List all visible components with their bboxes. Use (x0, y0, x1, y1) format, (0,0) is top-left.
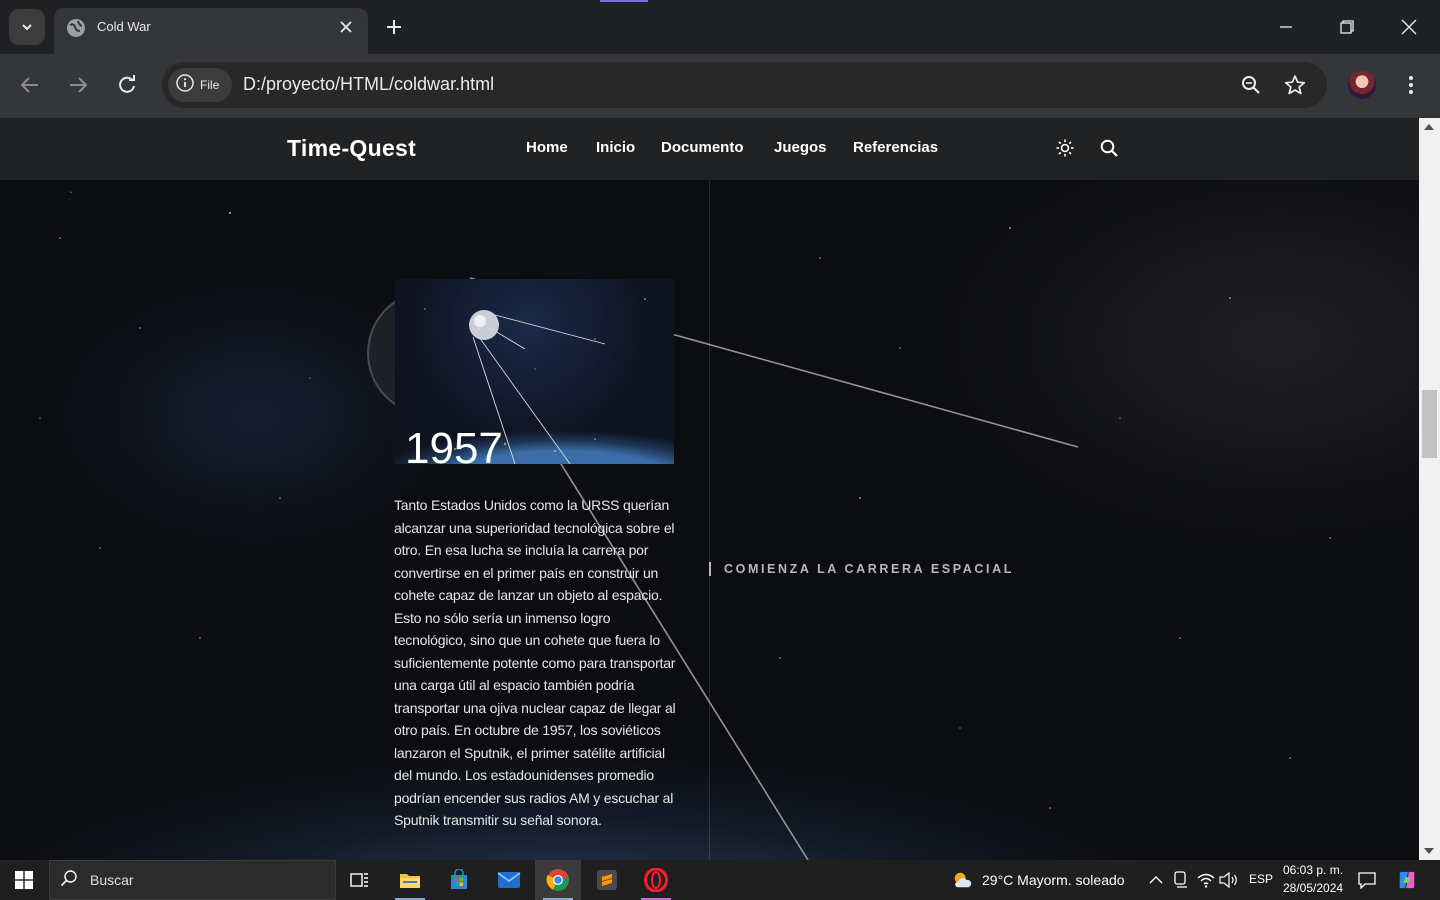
nav-juegos[interactable]: Juegos (774, 139, 827, 156)
scroll-thumb[interactable] (1422, 390, 1437, 458)
address-bar[interactable]: File D:/proyecto/HTML/coldwar.html (162, 62, 1327, 108)
more-icon[interactable] (1399, 71, 1423, 99)
sublime-icon[interactable] (584, 860, 630, 900)
weather-text[interactable]: 29°C Mayorm. soleado (982, 872, 1125, 888)
globe-icon (66, 18, 86, 38)
clock-date[interactable]: 28/05/2024 (1283, 881, 1343, 895)
page-viewport: Time-Quest Home Inicio Documento Juegos … (0, 118, 1419, 860)
browser-toolbar: File D:/proyecto/HTML/coldwar.html (0, 54, 1440, 118)
site-info-chip[interactable]: File (168, 68, 232, 102)
timeline-marker (709, 562, 711, 576)
tab-cold-war[interactable]: Cold War (54, 8, 368, 54)
meet-icon[interactable] (1171, 870, 1191, 890)
tab-search-icon[interactable] (9, 9, 45, 45)
windows-icon[interactable] (0, 860, 48, 900)
chevron-up-icon[interactable] (1146, 870, 1166, 890)
nav-documento[interactable]: Documento (661, 139, 744, 156)
input-language[interactable]: ESP (1249, 872, 1273, 886)
profile-avatar[interactable] (1348, 71, 1376, 99)
taskbar-search[interactable]: Buscar (49, 860, 336, 900)
site-brand[interactable]: Time-Quest (287, 135, 416, 162)
nav-inicio[interactable]: Inicio (596, 139, 635, 156)
nav-referencias[interactable]: Referencias (853, 139, 938, 156)
event-year: 1957 (405, 424, 503, 473)
plus-icon[interactable] (383, 16, 405, 38)
search-icon[interactable] (1098, 137, 1120, 159)
weather-icon[interactable] (952, 870, 972, 890)
clock-time[interactable]: 06:03 p. m. (1283, 863, 1343, 877)
scroll-down-icon[interactable] (1424, 848, 1434, 854)
close-icon[interactable] (336, 17, 356, 37)
info-icon (176, 73, 194, 97)
copilot-icon[interactable] (1397, 870, 1417, 890)
task-view-icon[interactable] (337, 860, 383, 900)
site-chip-label: File (200, 78, 220, 92)
timeline-line (709, 180, 710, 860)
tab-title: Cold War (97, 19, 151, 34)
reload-icon[interactable] (113, 71, 141, 99)
url-text[interactable]: D:/proyecto/HTML/coldwar.html (243, 74, 494, 95)
notifications-icon[interactable] (1357, 870, 1377, 890)
search-icon (60, 869, 78, 892)
file-explorer-icon[interactable] (387, 860, 433, 900)
sun-icon[interactable] (1054, 137, 1076, 159)
restore-icon[interactable] (1334, 14, 1360, 40)
event-heading: COMIENZA LA CARRERA ESPACIAL (724, 562, 1014, 576)
volume-icon[interactable] (1219, 870, 1239, 890)
minimize-icon[interactable] (1273, 14, 1299, 40)
window-close-icon[interactable] (1396, 14, 1422, 40)
zoom-icon[interactable] (1239, 73, 1263, 97)
star-icon[interactable] (1283, 73, 1307, 97)
opera-icon[interactable] (633, 860, 679, 900)
media-indicator (600, 0, 648, 2)
scroll-up-icon[interactable] (1424, 124, 1434, 130)
windows-taskbar: Buscar 29°C Mayorm. soleado ESP 06:03 p.… (0, 860, 1440, 900)
event-description: Tanto Estados Unidos como la URSS quería… (394, 497, 676, 828)
taskbar-search-label: Buscar (90, 872, 134, 888)
site-header: Time-Quest Home Inicio Documento Juegos … (0, 118, 1419, 180)
wifi-icon[interactable] (1196, 870, 1216, 890)
page-scrollbar[interactable] (1419, 118, 1440, 860)
store-icon[interactable] (436, 860, 482, 900)
tab-strip: Cold War (0, 0, 1440, 54)
chrome-icon[interactable] (535, 860, 581, 900)
back-icon[interactable] (16, 71, 44, 99)
mail-icon[interactable] (486, 860, 532, 900)
forward-icon[interactable] (64, 71, 92, 99)
nav-home[interactable]: Home (526, 139, 568, 156)
